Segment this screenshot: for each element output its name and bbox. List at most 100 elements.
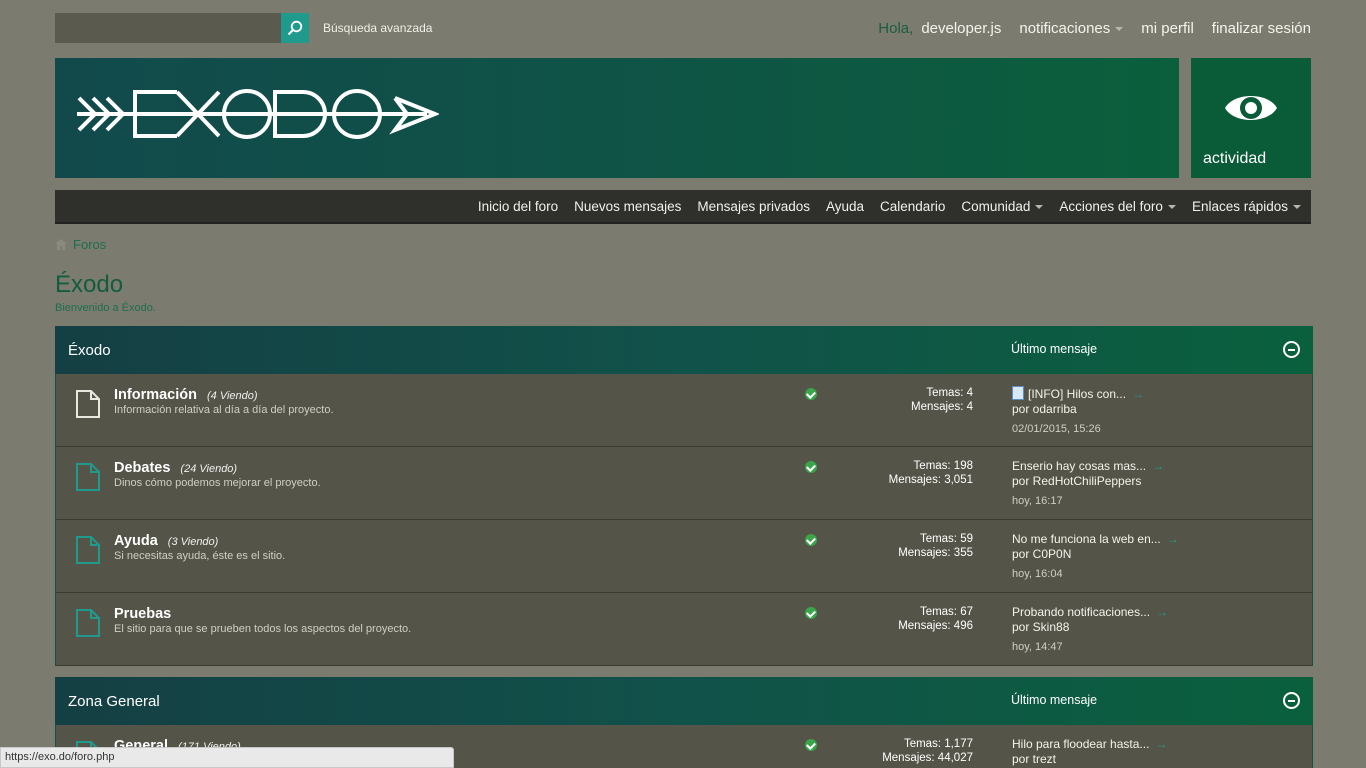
go-to-post-arrow-icon[interactable]: →: [1156, 605, 1168, 619]
forum-unread-icon: [76, 536, 100, 564]
site-logo[interactable]: [77, 86, 441, 147]
forum-threads: Temas: 4: [926, 387, 973, 399]
nav-new-posts[interactable]: Nuevos mensajes: [574, 199, 681, 214]
forum-stats: Temas: 4 Mensajes: 4: [911, 386, 973, 414]
nav-community[interactable]: Comunidad: [961, 199, 1044, 214]
forum-row: Información (4 Viendo) Información relati…: [55, 374, 1313, 447]
caret-down-icon: [1115, 27, 1124, 32]
go-to-post-arrow-icon[interactable]: →: [1132, 387, 1144, 401]
category-title[interactable]: Zona General: [68, 693, 160, 710]
last-post-date: hoy, 14:47: [1012, 641, 1063, 653]
category-title[interactable]: Éxodo: [68, 342, 111, 359]
browser-status-bar: https://exo.do/foro.php: [0, 747, 454, 768]
forum-unread-icon: [76, 609, 100, 637]
last-post-title[interactable]: Hilo para floodear hasta...: [1012, 737, 1149, 751]
last-post-author[interactable]: por C0P0N: [1012, 547, 1071, 561]
last-post-author[interactable]: por RedHotChiliPeppers: [1012, 474, 1141, 488]
forum-title[interactable]: Información (4 Viendo): [114, 387, 258, 403]
username-link[interactable]: developer.js: [921, 20, 1001, 37]
forum-name[interactable]: Pruebas: [114, 606, 171, 622]
nav-private-messages[interactable]: Mensajes privados: [697, 199, 810, 214]
last-post-author[interactable]: por trezt: [1012, 752, 1056, 766]
forum-stats: Temas: 67 Mensajes: 496: [898, 605, 973, 633]
forum-title[interactable]: Ayuda (3 Viendo): [114, 533, 218, 549]
forum-viewing: (3 Viendo): [167, 536, 219, 548]
go-to-post-arrow-icon[interactable]: →: [1155, 737, 1167, 751]
forum-read-icon: [76, 390, 100, 418]
last-post-title[interactable]: No me funciona la web en...: [1012, 532, 1161, 546]
last-post-date: hoy, 16:17: [1012, 495, 1063, 507]
page-description: Bienvenido a Éxodo.: [55, 302, 156, 314]
activity-label: actividad: [1203, 150, 1267, 167]
search-button[interactable]: [281, 13, 309, 43]
last-post: Hilo para floodear hasta... → por trezt: [1012, 737, 1167, 767]
forum-description: Si necesitas ayuda, éste es el sitio.: [114, 550, 286, 562]
forum-description: Dinos cómo podemos mejorar el proyecto.: [114, 477, 321, 489]
profile-link[interactable]: mi perfil: [1141, 20, 1194, 37]
search-input[interactable]: [55, 13, 282, 43]
forum-name[interactable]: Información: [114, 387, 197, 403]
forum-unread-icon: [76, 463, 100, 491]
last-post: No me funciona la web en... → por C0P0N h…: [1012, 532, 1179, 582]
last-post-title[interactable]: Enserio hay cosas mas...: [1012, 459, 1146, 473]
logout-link[interactable]: finalizar sesión: [1212, 20, 1311, 37]
forum-threads: Temas: 59: [919, 533, 973, 545]
forum-viewing: (24 Viendo): [180, 463, 238, 475]
last-post: Probando notificaciones... → por Skin88 h…: [1012, 605, 1168, 655]
forum-status-check-icon: [805, 607, 817, 619]
forum-title[interactable]: Pruebas: [114, 606, 181, 622]
top-bar: Búsqueda avanzada Hola, developer.js not…: [55, 13, 1311, 43]
forum-description: Información relativa al día a día del pr…: [114, 404, 334, 416]
greeting-label: Hola,: [878, 20, 914, 37]
advanced-search-link[interactable]: Búsqueda avanzada: [323, 21, 432, 35]
activity-button[interactable]: actividad: [1191, 58, 1311, 178]
last-post: Enserio hay cosas mas... → por RedHotChil…: [1012, 459, 1164, 509]
nav-calendar[interactable]: Calendario: [880, 199, 945, 214]
document-icon: [1012, 386, 1024, 400]
collapse-icon[interactable]: [1283, 692, 1300, 709]
last-post-date: hoy, 16:04: [1012, 568, 1063, 580]
category-header: Zona General Último mensaje: [55, 677, 1313, 725]
forum-threads: Temas: 198: [913, 460, 973, 472]
main-nav: Inicio del foro Nuevos mensajes Mensajes…: [55, 190, 1311, 224]
forum-status-check-icon: [805, 388, 817, 400]
search-icon: [287, 20, 303, 36]
nav-forum-actions[interactable]: Acciones del foro: [1059, 199, 1176, 214]
last-post-author[interactable]: por Skin88: [1012, 620, 1069, 634]
notifications-label: notificaciones: [1019, 20, 1111, 37]
nav-help[interactable]: Ayuda: [826, 199, 864, 214]
last-post-title[interactable]: Probando notificaciones...: [1012, 605, 1150, 619]
home-icon[interactable]: [55, 239, 67, 250]
forum-posts: Mensajes: 3,051: [888, 474, 973, 486]
forum-title[interactable]: Debates (24 Viendo): [114, 460, 237, 476]
forum-stats: Temas: 1,177 Mensajes: 44,027: [882, 737, 973, 765]
last-post-author[interactable]: por odarriba: [1012, 402, 1077, 416]
exodo-logo-icon: [77, 89, 441, 139]
last-post: [INFO] Hilos con... → por odarriba 02/01/…: [1012, 386, 1144, 437]
forum-row: Debates (24 Viendo) Dinos cómo podemos me…: [55, 447, 1313, 520]
forum-status-check-icon: [805, 461, 817, 473]
eye-icon: [1225, 96, 1277, 120]
nav-quick-links[interactable]: Enlaces rápidos: [1192, 199, 1301, 214]
forum-row: Ayuda (3 Viendo) Si necesitas ayuda, éste…: [55, 520, 1313, 593]
nav-forum-home[interactable]: Inicio del foro: [478, 199, 558, 214]
nav-quick-links-label: Enlaces rápidos: [1191, 198, 1288, 214]
header-banner: [55, 58, 1179, 178]
collapse-icon[interactable]: [1283, 341, 1300, 358]
notifications-menu[interactable]: notificaciones: [1019, 20, 1124, 37]
page-title: Éxodo: [55, 271, 124, 298]
last-post-title[interactable]: [INFO] Hilos con...: [1028, 387, 1126, 401]
last-post-header: Último mensaje: [1011, 342, 1098, 356]
user-links: Hola, developer.js notificaciones mi per…: [878, 20, 1311, 37]
go-to-post-arrow-icon[interactable]: →: [1152, 459, 1164, 473]
breadcrumb-forums[interactable]: Foros: [73, 237, 106, 252]
forum-status-check-icon: [805, 534, 817, 546]
caret-down-icon: [1293, 204, 1301, 209]
forum-stats: Temas: 59 Mensajes: 355: [898, 532, 973, 560]
forum-name[interactable]: Ayuda: [114, 533, 158, 549]
forum-posts: Mensajes: 355: [898, 547, 973, 559]
go-to-post-arrow-icon[interactable]: →: [1167, 532, 1179, 546]
forum-name[interactable]: Debates: [114, 460, 170, 476]
breadcrumb: Foros: [55, 237, 106, 252]
forum-row: Pruebas El sitio para que se prueben tod…: [55, 593, 1313, 666]
